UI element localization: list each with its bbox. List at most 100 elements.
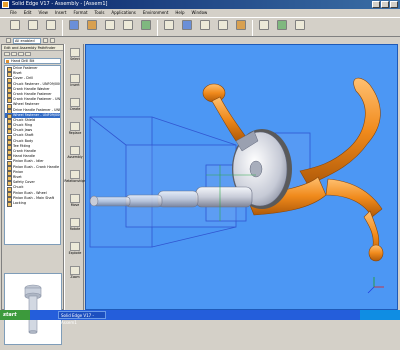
graphics-viewport[interactable]: [85, 44, 398, 310]
assembly-icon: [70, 146, 80, 155]
close-button[interactable]: [390, 1, 398, 8]
pathfinder-tab[interactable]: [4, 52, 10, 56]
assembly-command[interactable]: Assembly: [67, 146, 83, 162]
main-toolbar: [0, 17, 400, 37]
create-command[interactable]: Create: [67, 98, 83, 114]
menu-applications[interactable]: Applications: [111, 9, 135, 17]
tool-icon[interactable]: [43, 38, 48, 43]
app-icon: [2, 1, 9, 8]
toolbar-separator: [62, 20, 63, 36]
crank-knob: [202, 83, 247, 142]
rotate-icon: [70, 218, 80, 227]
command-label: Insert: [70, 83, 80, 87]
pan-icon: [218, 20, 228, 30]
menu-bar: File Edit View Insert Format Tools Appli…: [0, 9, 400, 17]
menu-window[interactable]: Window: [192, 9, 208, 17]
toolbar-button[interactable]: [67, 20, 81, 30]
toolbar-button[interactable]: [234, 20, 248, 30]
tool-icon[interactable]: [6, 38, 11, 43]
new-icon: [10, 20, 20, 30]
toolbar-button[interactable]: [257, 20, 271, 30]
menu-view[interactable]: View: [38, 9, 48, 17]
toolbar-button[interactable]: [139, 20, 153, 30]
assembly-root[interactable]: Hand Drill Bit: [4, 58, 61, 64]
explode-command[interactable]: Explode: [67, 242, 83, 258]
toolbar-separator: [157, 20, 158, 36]
rotate-icon: [236, 20, 246, 30]
tree-item[interactable]: Locking: [5, 201, 60, 208]
menu-tools[interactable]: Tools: [95, 9, 105, 17]
application-window: Solid Edge V17 - Assembly - [Assem1] Fil…: [0, 0, 400, 345]
relationships-command[interactable]: Relationships: [64, 170, 86, 186]
maximize-button[interactable]: [381, 1, 389, 8]
toolbar-button[interactable]: [216, 20, 230, 30]
toolbar-button[interactable]: [180, 20, 194, 30]
create-icon: [70, 98, 80, 107]
toolbar-button[interactable]: [85, 20, 99, 30]
toolbar-button[interactable]: [198, 20, 212, 30]
view-icon: [277, 20, 287, 30]
command-bar: Select Insert Create Replace Assembly Re…: [64, 44, 86, 310]
menu-insert[interactable]: Insert: [55, 9, 66, 17]
menu-help[interactable]: Help: [175, 9, 184, 17]
pathfinder-tab[interactable]: [25, 52, 31, 56]
command-label: Create: [69, 107, 81, 111]
insert-command[interactable]: Insert: [67, 74, 83, 90]
part-preview: [4, 273, 62, 345]
replace-icon: [70, 122, 80, 131]
tool-icon[interactable]: [50, 38, 55, 43]
taskbar-item[interactable]: Solid Edge V17 - Assem1: [58, 311, 106, 325]
command-label: Explode: [68, 251, 82, 255]
rotate-command[interactable]: Rotate: [67, 218, 83, 234]
select-icon: [164, 20, 174, 30]
assembly-icon: [87, 20, 97, 30]
command-label: Zoom: [70, 275, 80, 279]
zoom-icon: [182, 20, 192, 30]
command-label: Move: [70, 203, 80, 207]
toolbar-button[interactable]: [44, 20, 58, 30]
light-icon: [295, 20, 305, 30]
toolbar-button[interactable]: [103, 20, 117, 30]
shade-icon: [259, 20, 269, 30]
insert-icon: [70, 74, 80, 83]
relationship-icon: [141, 20, 151, 30]
explode-icon: [70, 242, 80, 251]
pathfinder-tab[interactable]: [11, 52, 17, 56]
view-triad-icon: [367, 277, 384, 294]
toolbar-button[interactable]: [8, 20, 22, 30]
toolbar-button[interactable]: [162, 20, 176, 30]
toolbar-button[interactable]: [293, 20, 307, 30]
move-icon: [70, 194, 80, 203]
menu-edit[interactable]: Edit: [24, 9, 32, 17]
pathfinder-panel: Edit and Assembly Pathfinder Hand Drill …: [1, 44, 64, 345]
toolbar-separator: [252, 20, 253, 36]
pathfinder-header: Edit and Assembly Pathfinder: [2, 45, 63, 51]
command-label: Rotate: [69, 227, 81, 231]
select-icon: [70, 48, 80, 57]
relationship-icon: [70, 170, 80, 179]
save-icon: [46, 20, 56, 30]
part-tree: Drive Fastener Rivet Cover - Drill Chuck Fa…: [4, 65, 61, 245]
select-command[interactable]: Select: [67, 48, 83, 64]
toolbar-button[interactable]: [275, 20, 289, 30]
pathfinder-tab[interactable]: [18, 52, 24, 56]
toolbar-button[interactable]: [26, 20, 40, 30]
toolbar-button[interactable]: [121, 20, 135, 30]
pathfinder-tabs: [2, 51, 63, 57]
insert-icon: [105, 20, 115, 30]
menu-environment[interactable]: Environment: [143, 9, 169, 17]
minimize-button[interactable]: [372, 1, 380, 8]
zoom-command[interactable]: Zoom: [67, 266, 83, 282]
replace-command[interactable]: Replace: [67, 122, 83, 138]
move-command[interactable]: Move: [67, 194, 83, 210]
open-icon: [28, 20, 38, 30]
zoom-icon: [70, 266, 80, 275]
secondary-toolbar: All enabled: [0, 37, 400, 44]
start-button[interactable]: start: [0, 310, 30, 320]
menu-format[interactable]: Format: [73, 9, 87, 17]
title-bar: Solid Edge V17 - Assembly - [Assem1]: [0, 0, 400, 9]
filter-combo[interactable]: All enabled: [13, 37, 41, 44]
command-label: Replace: [68, 131, 82, 135]
window-title: Solid Edge V17 - Assembly - [Assem1]: [12, 1, 108, 7]
menu-file[interactable]: File: [10, 9, 17, 17]
